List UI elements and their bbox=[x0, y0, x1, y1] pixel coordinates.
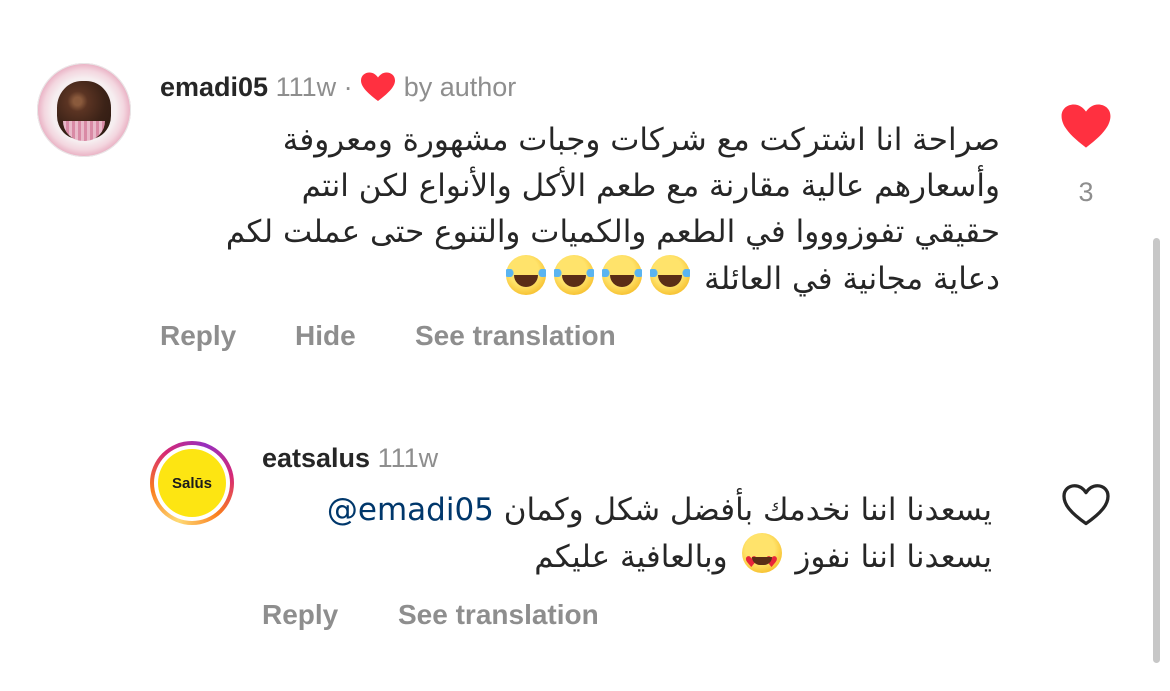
salus-logo: Salūs bbox=[158, 449, 226, 517]
by-author-label: by author bbox=[403, 72, 517, 102]
like-heart-outline-icon[interactable] bbox=[1061, 483, 1111, 527]
like-heart-filled-icon[interactable] bbox=[1060, 103, 1112, 149]
reply-header: eatsalus 111w bbox=[262, 442, 438, 474]
see-translation-button[interactable]: See translation bbox=[415, 320, 616, 352]
see-translation-button[interactable]: See translation bbox=[398, 599, 599, 631]
author-liked-heart-icon bbox=[360, 72, 396, 109]
comment-time: 111w bbox=[275, 72, 337, 102]
smiling-face-with-heart-eyes-icon bbox=[741, 533, 782, 585]
hide-button[interactable]: Hide bbox=[295, 320, 356, 352]
reply-line-text: يسعدنا اننا نخدمك بأفضل شكل وكمان bbox=[503, 492, 992, 528]
comment-line: وأسعارهم عالية مقارنة مع طعم الأكل والأن… bbox=[301, 168, 1000, 204]
reply-avatar[interactable]: Salūs bbox=[150, 441, 234, 525]
comment-username[interactable]: emadi05 bbox=[160, 72, 268, 102]
reply-time: 111w bbox=[377, 443, 439, 473]
face-with-tears-of-joy-icon bbox=[554, 255, 595, 295]
commenter-avatar[interactable] bbox=[37, 63, 131, 157]
reply-button[interactable]: Reply bbox=[160, 320, 236, 352]
face-with-tears-of-joy-icon bbox=[506, 255, 547, 295]
reply-button[interactable]: Reply bbox=[262, 599, 338, 631]
separator-dot: · bbox=[343, 72, 353, 102]
comment-line: صراحة انا اشتركت مع شركات وجبات مشهورة و… bbox=[282, 122, 1000, 158]
comment-line-with-emoji: دعاية مجانية في العائلة bbox=[160, 255, 1000, 302]
scrollbar[interactable] bbox=[1153, 238, 1160, 663]
comment-text: صراحة انا اشتركت مع شركات وجبات مشهورة و… bbox=[160, 117, 1000, 302]
reply-line-1: يسعدنا اننا نخدمك بأفضل شكل وكمان @emadi… bbox=[262, 487, 992, 533]
face-with-tears-of-joy-icon bbox=[650, 255, 691, 295]
comment-header: emadi05 111w · by author bbox=[160, 71, 516, 109]
reply-line-2: يسعدنا اننا نفوز وبالعافية عليكم bbox=[262, 533, 992, 585]
like-count: 3 bbox=[1078, 177, 1094, 207]
reply-line-text: وبالعافية عليكم bbox=[534, 539, 728, 575]
reply-line-text: يسعدنا اننا نفوز bbox=[795, 539, 992, 575]
face-with-tears-of-joy-icon bbox=[602, 255, 643, 295]
comment-line: حقيقي تفوزوووا في الطعم والكميات والتنوع… bbox=[225, 214, 1000, 250]
reply-text: يسعدنا اننا نخدمك بأفضل شكل وكمان @emadi… bbox=[262, 487, 992, 585]
comment-line: دعاية مجانية في العائلة bbox=[704, 261, 1000, 297]
reply-username[interactable]: eatsalus bbox=[262, 443, 370, 473]
mention-link[interactable]: @emadi05 bbox=[327, 492, 494, 528]
